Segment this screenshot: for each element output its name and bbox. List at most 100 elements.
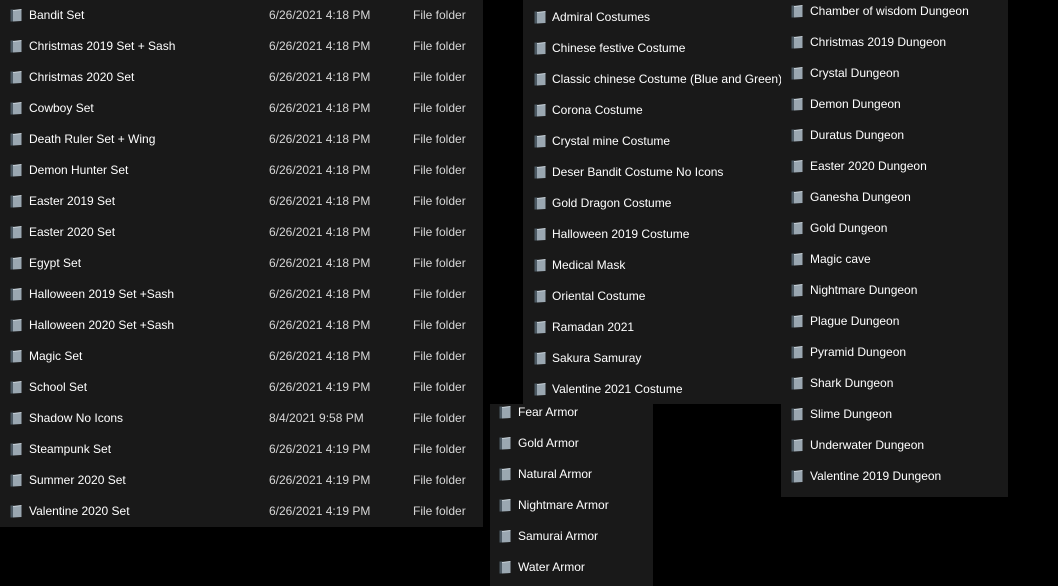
folder-icon [10,257,22,270]
folder-row[interactable]: Bandit Set 6/26/2021 4:18 PM File folder [0,0,483,31]
folder-name: Deser Bandit Costume No Icons [552,165,724,179]
folder-name: Corona Costume [552,103,643,117]
folder-icon [10,195,22,208]
folder-name: Samurai Armor [518,529,599,543]
folder-name: Summer 2020 Set [29,473,126,487]
folder-row[interactable]: Slime Dungeon [781,399,1008,430]
folder-name: Chamber of wisdom Dungeon [810,4,969,18]
folder-row[interactable]: Corona Costume [523,95,781,126]
folder-row[interactable]: Samurai Armor [490,521,653,552]
folder-row[interactable]: Water Armor [490,552,653,583]
folder-row[interactable]: Nightmare Dungeon [781,275,1008,306]
folder-name: Water Armor [518,560,585,574]
folder-name: Halloween 2019 Costume [552,227,690,241]
folder-icon [499,499,511,512]
item-type: File folder [413,70,466,84]
folder-row[interactable]: Fear Armor [490,397,653,428]
folder-icon [10,164,22,177]
folder-row[interactable]: Ganesha Dungeon [781,182,1008,213]
folder-row[interactable]: Shadow No Icons 8/4/2021 9:58 PM File fold… [0,403,483,434]
folder-row[interactable]: Duratus Dungeon [781,120,1008,151]
folder-row[interactable]: Chamber of wisdom Dungeon [781,0,1008,27]
folder-row[interactable]: Valentine 2019 Dungeon [781,461,1008,492]
date-modified: 6/26/2021 4:18 PM [269,8,371,22]
folder-row[interactable]: Magic Set 6/26/2021 4:18 PM File folder [0,341,483,372]
folder-icon [791,470,803,483]
folder-row[interactable]: Summer 2020 Set 6/26/2021 4:19 PM File fol… [0,465,483,496]
item-type: File folder [413,318,466,332]
folder-row[interactable]: Gold Armor [490,428,653,459]
folder-name: Easter 2019 Set [29,194,116,208]
folder-row[interactable]: Halloween 2019 Costume [523,219,781,250]
folder-icon [10,505,22,518]
folder-row[interactable]: Magic cave [781,244,1008,275]
folder-icon [10,412,22,425]
folder-icon [534,166,546,179]
folder-row[interactable]: Gold Dragon Costume [523,188,781,219]
folder-name: Halloween 2019 Set +Sash [29,287,175,301]
folder-row[interactable]: Chinese festive Costume [523,33,781,64]
folder-row[interactable]: Crystal mine Costume [523,126,781,157]
folder-row[interactable]: Demon Dungeon [781,89,1008,120]
folder-name: Gold Dungeon [810,221,888,235]
folder-name: Chinese festive Costume [552,41,686,55]
folder-row[interactable]: Cowboy Set 6/26/2021 4:18 PM File folder [0,93,483,124]
folder-icon [534,259,546,272]
folder-name: Ganesha Dungeon [810,190,911,204]
date-modified: 6/26/2021 4:18 PM [269,70,371,84]
folder-row[interactable]: Christmas 2019 Dungeon [781,27,1008,58]
folder-name: Steampunk Set [29,442,112,456]
folder-icon [10,350,22,363]
folder-row[interactable]: Gold Dungeon [781,213,1008,244]
folder-row[interactable]: Christmas 2020 Set 6/26/2021 4:18 PM File … [0,62,483,93]
folder-row[interactable]: Demon Hunter Set 6/26/2021 4:18 PM File fo… [0,155,483,186]
folder-row[interactable]: School Set 6/26/2021 4:19 PM File folder [0,372,483,403]
folder-row[interactable]: Valentine 2020 Set 6/26/2021 4:19 PM File … [0,496,483,527]
folder-icon [534,42,546,55]
folder-icon [10,133,22,146]
folder-row[interactable]: Natural Armor [490,459,653,490]
folder-row[interactable]: Admiral Costumes [523,2,781,33]
folder-row[interactable]: Crystal Dungeon [781,58,1008,89]
folder-row[interactable]: Christmas 2019 Set + Sash 6/26/2021 4:18 … [0,31,483,62]
folder-icon [791,439,803,452]
folder-row[interactable]: Halloween 2019 Set +Sash 6/26/2021 4:18 P… [0,279,483,310]
folder-row[interactable]: Underwater Dungeon [781,430,1008,461]
folder-row[interactable]: Medical Mask [523,250,781,281]
folder-row[interactable]: Shark Dungeon [781,368,1008,399]
folder-name: Cowboy Set [29,101,94,115]
item-type: File folder [413,349,466,363]
folder-row[interactable]: Steampunk Set 6/26/2021 4:19 PM File folde… [0,434,483,465]
folder-row[interactable]: Egypt Set 6/26/2021 4:18 PM File folder [0,248,483,279]
item-type: File folder [413,225,466,239]
folder-icon [534,321,546,334]
folder-icon [499,437,511,450]
folder-row[interactable]: Sakura Samuray [523,343,781,374]
item-type: File folder [413,442,466,456]
folder-row[interactable]: Easter 2019 Set 6/26/2021 4:18 PM File fol… [0,186,483,217]
folder-name: Easter 2020 Set [29,225,116,239]
folder-row[interactable]: Oriental Costume [523,281,781,312]
folder-icon [791,284,803,297]
folder-row[interactable]: Deser Bandit Costume No Icons [523,157,781,188]
item-type: File folder [413,194,466,208]
folder-name: Nightmare Armor [518,498,609,512]
folder-row[interactable]: Easter 2020 Set 6/26/2021 4:18 PM File fol… [0,217,483,248]
folder-icon [499,530,511,543]
folder-icon [791,377,803,390]
folder-row[interactable]: Ramadan 2021 [523,312,781,343]
folder-name: Slime Dungeon [810,407,893,421]
folder-row[interactable]: Pyramid Dungeon [781,337,1008,368]
folder-name: Easter 2020 Dungeon [810,159,927,173]
folder-row[interactable]: Easter 2020 Dungeon [781,151,1008,182]
item-type: File folder [413,504,466,518]
folder-name: Gold Dragon Costume [552,196,672,210]
folder-row[interactable]: Nightmare Armor [490,490,653,521]
folder-row[interactable]: Classic chinese Costume (Blue and Green) [523,64,782,95]
folder-name: Christmas 2019 Set + Sash [29,39,176,53]
date-modified: 6/26/2021 4:19 PM [269,473,371,487]
folder-icon [791,315,803,328]
folder-row[interactable]: Death Ruler Set + Wing 6/26/2021 4:18 PM F… [0,124,483,155]
folder-row[interactable]: Halloween 2020 Set +Sash 6/26/2021 4:18 P… [0,310,483,341]
folder-row[interactable]: Plague Dungeon [781,306,1008,337]
